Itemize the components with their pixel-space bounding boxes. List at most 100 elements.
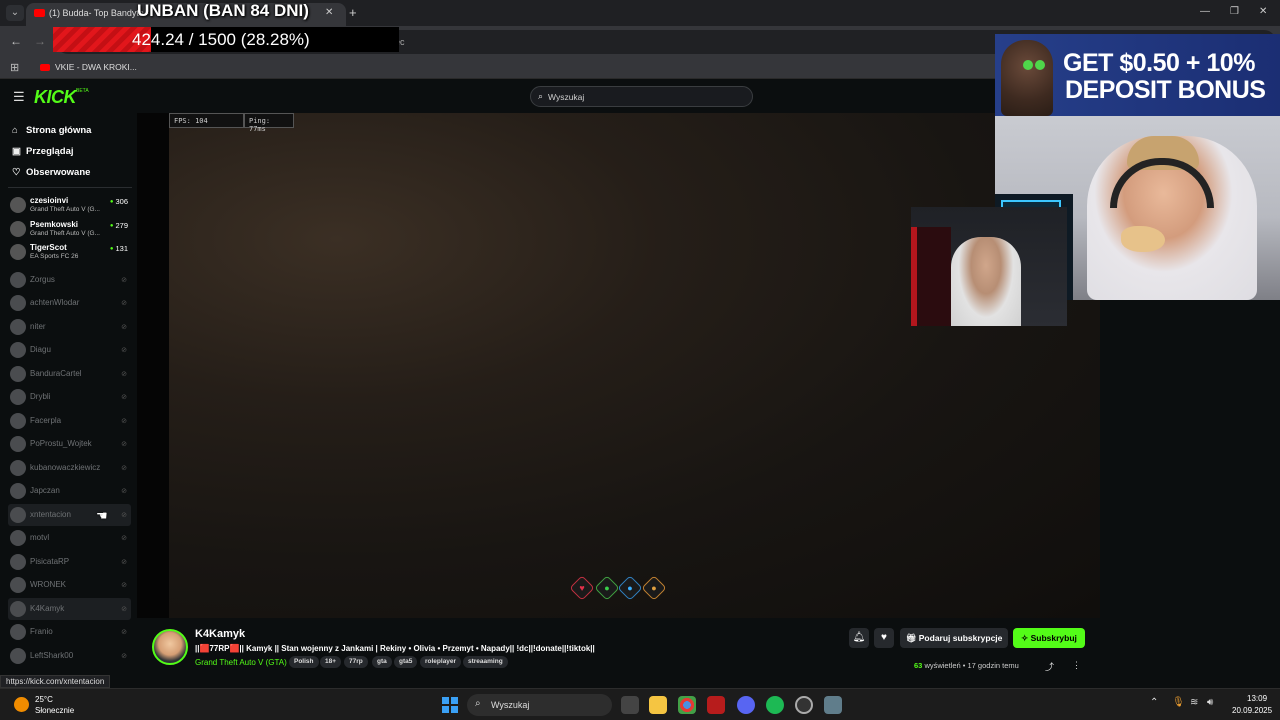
- tab-search-button[interactable]: ⌄: [6, 5, 24, 21]
- gift-subscription-button[interactable]: 🎁︎ Podaruj subskrypcje: [900, 628, 1008, 648]
- nav-browse-label: Przeglądaj: [26, 146, 74, 157]
- volume-icon[interactable]: 🔊︎: [1207, 697, 1213, 708]
- sidebar-channel-offline[interactable]: WRONEK ⊘: [8, 574, 131, 596]
- kick-logo[interactable]: KICK: [34, 87, 77, 108]
- minimize-icon[interactable]: —: [1200, 6, 1210, 17]
- notification-bell-button[interactable]: 🔔︎: [849, 628, 869, 648]
- channel-name: motvl: [30, 533, 50, 542]
- sidebar-channel-live[interactable]: PsemkowskiGrand Theft Auto V (G... 279: [8, 218, 131, 240]
- stream-category-link[interactable]: Grand Theft Auto V (GTA): [195, 658, 287, 667]
- sidebar-channel-offline[interactable]: Drybli ⊘: [8, 386, 131, 408]
- casino-ad-banner[interactable]: GET $0.50 + 10% DEPOSIT BONUS: [995, 34, 1280, 116]
- tag-chip[interactable]: streaaming: [463, 656, 508, 668]
- heart-icon: ♥: [881, 632, 887, 643]
- sidebar-channel-offline[interactable]: niter ⊘: [8, 316, 131, 338]
- settings-icon[interactable]: [824, 696, 842, 714]
- wifi-icon[interactable]: ≋: [1190, 697, 1198, 708]
- views-label: wyświetleń: [924, 661, 961, 670]
- sidebar-channel-live[interactable]: TigerScotEA Sports FC 26 131: [8, 241, 131, 263]
- menu-icon[interactable]: ☰: [13, 89, 25, 105]
- sidebar-channel-offline[interactable]: PisicataRP ⊘: [8, 551, 131, 573]
- taskbar-search-input[interactable]: ⌕ Wyszukaj: [467, 694, 612, 716]
- close-window-icon[interactable]: ✕: [1259, 6, 1267, 17]
- sidebar-channel-offline[interactable]: LeftShark00 ⊘: [8, 645, 131, 667]
- video-frame: [169, 113, 1100, 618]
- tag-chip[interactable]: 77rp: [344, 656, 368, 668]
- sidebar-channel-offline[interactable]: Franio ⊘: [8, 621, 131, 643]
- tag-chip[interactable]: gta: [372, 656, 392, 668]
- discord-icon[interactable]: [737, 696, 755, 714]
- kick-search-input[interactable]: ⌕ Wyszukaj: [530, 86, 753, 107]
- forward-icon[interactable]: →: [34, 34, 46, 48]
- nav-home[interactable]: ⌂ Strona główna: [12, 125, 91, 136]
- streamer-username[interactable]: K4Kamyk: [195, 628, 245, 640]
- tray-chevron-icon[interactable]: ⌃: [1150, 697, 1158, 708]
- browse-icon: ▣: [12, 146, 21, 157]
- channel-avatar: [10, 220, 26, 237]
- search-icon: ⌕: [475, 698, 481, 709]
- sidebar-channel-offline[interactable]: motvl ⊘: [8, 527, 131, 549]
- clock-time[interactable]: 13:09: [1247, 694, 1267, 703]
- weather-temperature[interactable]: 25°C: [35, 695, 53, 704]
- channel-avatar: [10, 295, 26, 311]
- stream-info-panel: K4Kamyk ||🟥77RP🟥|| Kamyk || Stan wojenny…: [137, 618, 1100, 685]
- maximize-icon[interactable]: ❐: [1230, 6, 1239, 17]
- tag-chip[interactable]: 18+: [320, 656, 342, 668]
- channel-name: LeftShark00: [30, 650, 74, 660]
- nav-browse[interactable]: ▣ Przeglądaj: [12, 146, 74, 157]
- channel-avatar: [10, 624, 26, 640]
- sidebar-channel-offline[interactable]: xntentacion ⊘: [8, 503, 131, 526]
- channel-avatar: [10, 389, 26, 405]
- ad-subheadline: DEPOSIT BONUS: [1065, 76, 1266, 104]
- follow-heart-button[interactable]: ♥: [874, 628, 894, 648]
- sidebar-channel-offline[interactable]: Zorgus ⊘: [8, 269, 131, 291]
- clock-date[interactable]: 20.09.2025: [1232, 706, 1272, 715]
- tab-close-icon[interactable]: ✕: [325, 7, 333, 18]
- offline-icon: ⊘: [121, 605, 127, 613]
- sidebar-channel-offline[interactable]: Japczan ⊘: [8, 480, 131, 502]
- file-explorer-icon[interactable]: [649, 696, 667, 714]
- link-status-url: https://kick.com/xntentacion: [0, 675, 111, 688]
- sidebar-channel-offline[interactable]: Diagu ⊘: [8, 339, 131, 361]
- bookmark-item[interactable]: VKIE - DWA KROKI...: [55, 62, 137, 72]
- sidebar-channel-offline[interactable]: BanduraCartel ⊘: [8, 363, 131, 385]
- sidebar-channel-offline[interactable]: achtenWlodar ⊘: [8, 292, 131, 314]
- chrome-icon[interactable]: [678, 696, 696, 714]
- mouse-cursor-icon: ☚: [96, 508, 108, 523]
- bell-icon: 🔔︎: [852, 632, 866, 643]
- subscribe-button[interactable]: ✧ Subskrybuj: [1013, 628, 1085, 648]
- tag-chip[interactable]: roleplayer: [420, 656, 462, 668]
- spotify-icon[interactable]: [766, 696, 784, 714]
- heart-icon: ♡: [12, 167, 21, 178]
- channel-avatar: [10, 318, 26, 335]
- sidebar-channel-offline[interactable]: Facerpla ⊘: [8, 410, 131, 432]
- tag-chip[interactable]: Polish: [289, 656, 319, 668]
- apps-grid-icon[interactable]: ⊞: [10, 61, 19, 74]
- channel-name: TigerScot: [30, 243, 67, 252]
- offline-icon: ⊘: [121, 511, 127, 519]
- new-tab-icon[interactable]: +: [349, 5, 357, 20]
- steam-icon[interactable]: [795, 696, 813, 714]
- youtube-bookmark-icon: [40, 64, 50, 71]
- sidebar-channel-offline[interactable]: K4Kamyk ⊘: [8, 597, 131, 620]
- windows-start-icon[interactable]: [442, 697, 458, 713]
- nav-following[interactable]: ♡ Obserwowane: [12, 167, 90, 178]
- ad-coin-icon: [1035, 60, 1045, 70]
- channel-avatar: [10, 459, 26, 476]
- channel-avatar: [10, 553, 26, 570]
- sidebar-channel-live[interactable]: czesioinviGrand Theft Auto V (G... 306: [8, 194, 131, 216]
- video-player[interactable]: [137, 113, 1100, 618]
- streamer-avatar[interactable]: [152, 629, 188, 665]
- back-icon[interactable]: ←: [10, 34, 22, 48]
- sidebar-channel-offline[interactable]: kubanowaczkiewicz ⊘: [8, 457, 131, 479]
- sidebar-channel-offline[interactable]: PoProstu_Wojtek ⊘: [8, 433, 131, 455]
- more-options-icon[interactable]: ⋮: [1072, 660, 1081, 671]
- tag-chip[interactable]: gta5: [394, 656, 418, 668]
- weather-sun-icon[interactable]: [14, 697, 29, 712]
- app-icon[interactable]: [707, 696, 725, 714]
- microphone-icon[interactable]: 🎙︎: [1172, 697, 1185, 708]
- unban-overlay-title: UNBAN (BAN 84 DNI): [137, 1, 309, 20]
- share-icon[interactable]: ⤴: [1045, 660, 1054, 673]
- weather-condition[interactable]: Słonecznie: [35, 706, 74, 715]
- task-view-icon[interactable]: [621, 696, 639, 714]
